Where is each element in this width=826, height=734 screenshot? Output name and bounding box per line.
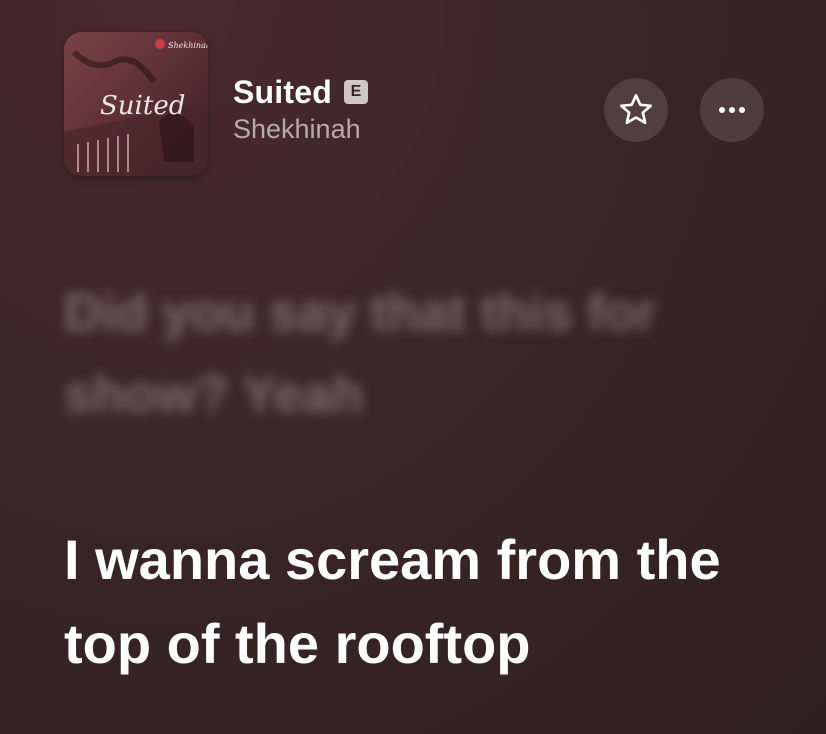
- now-playing-header: Suited Shekhinah Suited E Shekhinah: [64, 32, 764, 176]
- artist-name[interactable]: Shekhinah: [233, 114, 368, 145]
- favorite-button[interactable]: [604, 78, 668, 142]
- ellipsis-icon: [719, 107, 745, 113]
- track-title[interactable]: Suited: [233, 74, 332, 111]
- more-options-button[interactable]: [700, 78, 764, 142]
- lyric-line-past[interactable]: Did you say that this for show? Yeah: [64, 272, 764, 436]
- album-artwork[interactable]: Suited Shekhinah: [64, 32, 208, 176]
- lyric-line-current[interactable]: I wanna scream from the top of the rooft…: [64, 518, 794, 686]
- star-icon: [620, 94, 652, 125]
- album-artwork-image: Suited Shekhinah: [64, 32, 208, 176]
- artwork-artist-text: Shekhinah: [168, 41, 208, 50]
- title-row: Suited E: [233, 72, 368, 112]
- track-info: Suited E Shekhinah: [233, 72, 368, 145]
- artwork-script-text: Suited: [100, 91, 185, 121]
- explicit-badge: E: [343, 80, 368, 104]
